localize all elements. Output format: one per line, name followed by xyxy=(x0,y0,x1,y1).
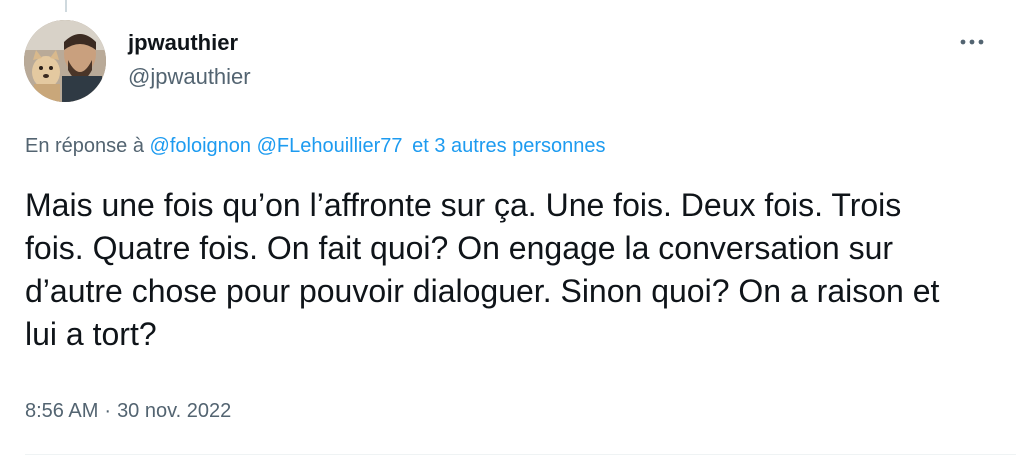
mention-link-foloignon[interactable]: @foloignon xyxy=(150,135,251,157)
avatar-photo xyxy=(24,20,106,102)
reply-prefix: En réponse à xyxy=(25,135,144,157)
tweet-timestamp[interactable]: 8:56 AM · 30 nov. 2022 xyxy=(25,399,231,423)
avatar[interactable] xyxy=(24,20,106,102)
tweet-time[interactable]: 8:56 AM xyxy=(25,400,98,422)
tweet-text: Mais une fois qu’on l’affronte sur ça. U… xyxy=(25,187,940,352)
other-recipients-link[interactable]: et 3 autres personnes xyxy=(412,135,605,157)
mention-link-flehouillier77[interactable]: @FLehouillier77 xyxy=(257,135,403,157)
timestamp-separator: · xyxy=(104,400,112,422)
divider xyxy=(25,454,1016,455)
more-options-button[interactable] xyxy=(952,26,992,58)
more-horizontal-icon xyxy=(960,39,984,45)
thread-connector-line xyxy=(65,0,67,12)
reply-context: En réponse à @foloignon @FLehouillier77 … xyxy=(25,134,606,158)
author-handle[interactable]: @jpwauthier xyxy=(128,64,251,90)
author-display-name[interactable]: jpwauthier xyxy=(128,30,238,56)
tweet-date[interactable]: 30 nov. 2022 xyxy=(117,400,231,422)
